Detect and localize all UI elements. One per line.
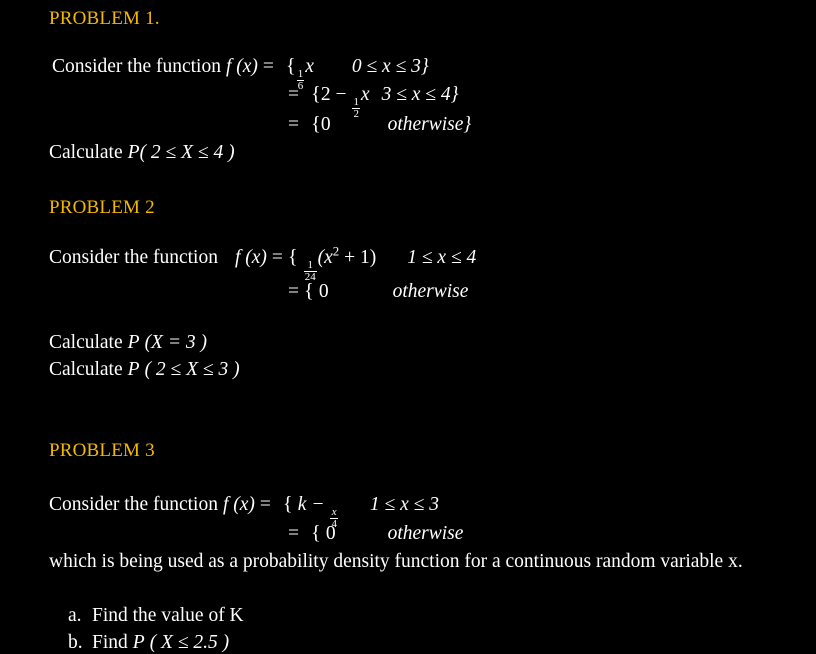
problem-2-case-1-body-open: (x xyxy=(317,247,333,268)
problem-1-case-2-variable: x xyxy=(360,84,370,105)
problem-2-case-1-brace: { xyxy=(287,246,298,268)
problem-3-definition-line-2: = {0 otherwise xyxy=(288,523,463,544)
problem-3-item-b: b. Find P( X ≤ 2.5 ) xyxy=(68,632,229,654)
problem-3-item-a-label: a. xyxy=(68,605,82,626)
problem-3-case-1-brace: { xyxy=(282,493,293,515)
problem-2-case-1-body-close: + 1) xyxy=(339,247,377,268)
problem-3-item-b-text: Find xyxy=(92,632,128,653)
problem-3-case-1-lead: k − xyxy=(297,494,325,515)
problem-3-case-1-numerator: x xyxy=(331,505,337,518)
problem-2-calculate-2-p: P xyxy=(127,359,140,380)
problem-3-equals-2: = xyxy=(288,523,299,544)
problem-3-case-2-range: otherwise xyxy=(387,523,464,544)
problem-1-consider-label: Consider the function xyxy=(52,56,221,77)
problem-3-item-a: a. Find the value of K xyxy=(68,605,244,627)
problem-2-calculate-2-label: Calculate xyxy=(49,359,123,380)
problem-1-case-2-brace: { xyxy=(311,83,321,105)
problem-2-calculate-line-2: Calculate P( 2 ≤ X ≤ 3 ) xyxy=(49,360,240,380)
problem-1-case-2-lead: 2 − xyxy=(320,84,347,105)
problem-1-calculate-p: P xyxy=(127,142,140,163)
problem-3-heading: PROBLEM 3 xyxy=(49,440,155,461)
problem-1-case-3-brace: { xyxy=(311,113,321,135)
problem-1-case-1-range: 0 ≤ x ≤ 3} xyxy=(351,56,429,77)
problem-2-consider-label: Consider the function xyxy=(49,247,218,268)
problem-1-case-1-brace: { xyxy=(285,55,296,77)
problem-1-case-1-numerator: 1 xyxy=(297,67,304,80)
problem-1-case-3-value: 0 xyxy=(320,114,331,135)
problem-2-definition-line-1: Consider the function f (x) ={1 24 (x2 + 1) 1… xyxy=(49,245,477,283)
problem-1-case-2-range: 3 ≤ x ≤ 4} xyxy=(381,84,459,105)
problem-3-item-b-expression: ( X ≤ 2.5 ) xyxy=(149,632,230,653)
problem-3-case-2-brace: { xyxy=(311,522,321,544)
problem-1-equals-2: = xyxy=(288,84,299,105)
problem-2-definition-line-2: ={0 otherwise xyxy=(288,281,468,302)
problem-3-fx: f (x) xyxy=(222,494,255,515)
problem-3-case-2-value: 0 xyxy=(325,523,336,544)
problem-3-item-a-text: Find the value of K xyxy=(92,605,244,626)
problem-2-equals-2: = xyxy=(288,281,299,302)
problem-1-calculate-line: Calculate P( 2 ≤ X ≤ 4 ) xyxy=(49,143,235,163)
problem-1-heading: PROBLEM 1. xyxy=(49,8,160,29)
problem-1-fx: f (x) xyxy=(225,56,258,77)
problem-1-equals-1: = xyxy=(262,56,274,77)
problem-3-consider-label: Consider the function xyxy=(49,494,218,515)
problem-2-heading: PROBLEM 2 xyxy=(49,197,155,218)
problem-1-case-1-variable: x xyxy=(305,56,314,77)
problem-2-case-1-range: 1 ≤ x ≤ 4 xyxy=(407,247,477,268)
problem-2-calculate-line-1: Calculate P (X = 3 ) xyxy=(49,333,207,353)
problem-1-case-3-range: otherwise} xyxy=(387,114,472,135)
problem-1-calculate-label: Calculate xyxy=(49,142,123,163)
problem-1-equals-3: = xyxy=(288,114,299,135)
problem-2-case-1-numerator: 1 xyxy=(307,258,313,271)
worksheet-page: PROBLEM 1. Consider the function f (x) ={1… xyxy=(0,0,816,653)
problem-1-case-2-numerator: 1 xyxy=(353,95,359,108)
problem-2-calculate-1-label: Calculate xyxy=(49,332,123,353)
problem-2-equals-1: = xyxy=(271,247,283,268)
problem-1-definition-line-3: = {0 otherwise} xyxy=(288,114,471,135)
problem-2-case-2-value: 0 xyxy=(318,281,329,302)
problem-2-case-2-brace: { xyxy=(304,280,314,302)
problem-2-case-2-range: otherwise xyxy=(392,281,469,302)
problem-3-case-1-range: 1 ≤ x ≤ 3 xyxy=(369,494,439,515)
problem-3-item-b-label: b. xyxy=(68,632,83,653)
problem-2-calculate-2-expression: ( 2 ≤ X ≤ 3 ) xyxy=(144,359,240,380)
problem-2-fx: f (x) xyxy=(234,247,267,268)
problem-3-item-b-p: P xyxy=(132,632,145,653)
problem-3-equals-1: = xyxy=(259,494,271,515)
problem-2-calculate-1-expression: (X = 3 ) xyxy=(144,332,207,353)
problem-2-calculate-1-p: P xyxy=(127,332,140,353)
problem-3-description: which is being used as a probability den… xyxy=(49,551,743,572)
problem-1-calculate-expression: ( 2 ≤ X ≤ 4 ) xyxy=(139,142,235,163)
